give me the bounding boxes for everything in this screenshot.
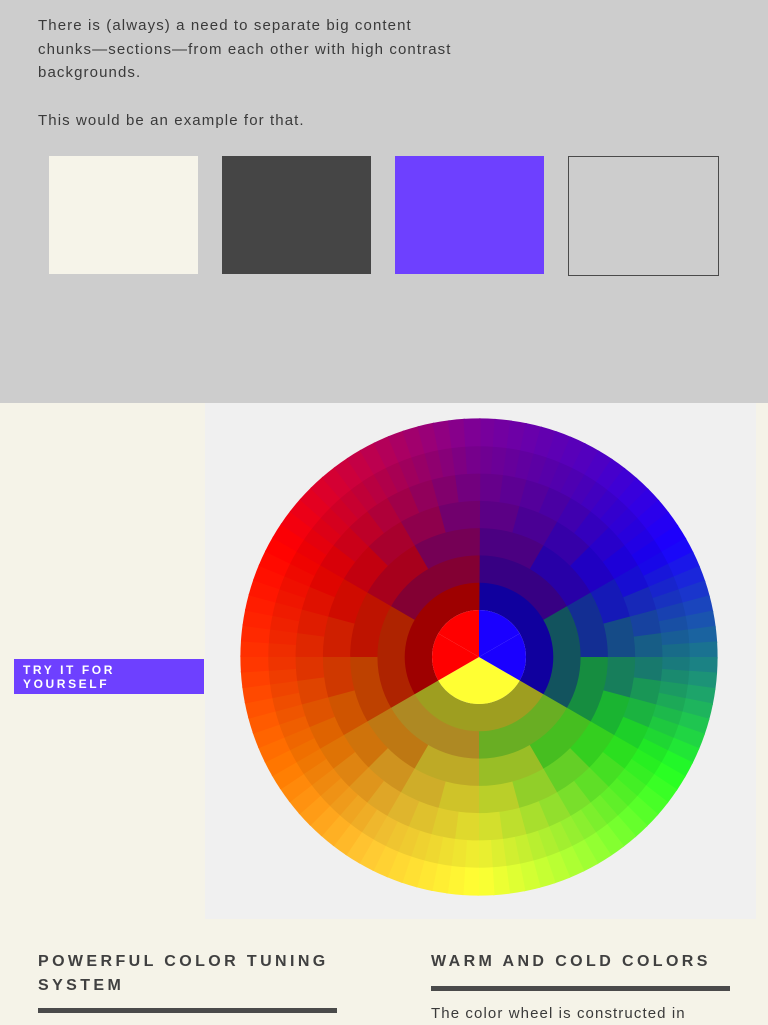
wheel-segment[interactable] (267, 655, 296, 671)
title-rule (38, 1008, 337, 1013)
color-wheel[interactable] (205, 403, 756, 919)
wheel-segment[interactable] (454, 472, 481, 503)
wheel-segment[interactable] (477, 867, 495, 896)
wheel-segment[interactable] (294, 655, 325, 682)
wheel-segment[interactable] (662, 643, 691, 659)
column-title: POWERFUL COLOR TUNING SYSTEM (38, 953, 329, 994)
swatch-dark-gray (222, 156, 371, 274)
wheel-segment[interactable] (465, 445, 481, 474)
color-wheel-section: TRY IT FOR YOURSELF POWERFUL COLOR TUNIN… (0, 403, 768, 1024)
intro-paragraph: There is (always) a need to separate big… (38, 17, 452, 81)
wheel-segment[interactable] (463, 418, 481, 447)
swatch-cream (49, 156, 198, 274)
wheel-segment[interactable] (322, 655, 355, 698)
wheel-segment[interactable] (477, 811, 504, 842)
intro-text: There is (always) a need to separate big… (38, 14, 458, 132)
column-title: WARM AND COLD COLORS (431, 953, 711, 970)
title-rule (431, 986, 730, 991)
wheel-segment[interactable] (477, 781, 520, 814)
column-text: The color wheel is constructed in (431, 1005, 686, 1022)
intro-section: There is (always) a need to separate big… (0, 0, 768, 403)
swatch-outline (568, 156, 719, 276)
wheel-segment[interactable] (240, 655, 269, 673)
wheel-segment[interactable] (689, 641, 718, 659)
color-wheel-panel (205, 403, 756, 919)
intro-paragraph: This would be an example for that. (38, 111, 305, 129)
wheel-segment[interactable] (438, 500, 481, 533)
wheel-segment[interactable] (603, 616, 636, 659)
swatch-purple (395, 156, 544, 274)
try-it-button[interactable]: TRY IT FOR YOURSELF (14, 659, 204, 694)
wheel-segment[interactable] (633, 632, 664, 659)
wheel-segment[interactable] (477, 840, 493, 869)
